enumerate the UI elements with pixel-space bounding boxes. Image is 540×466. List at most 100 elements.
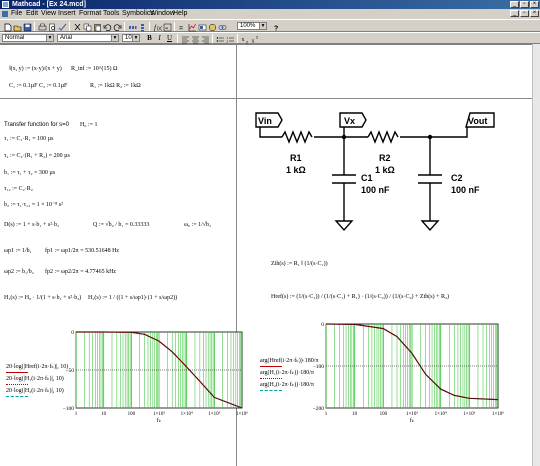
new-icon[interactable] <box>2 22 12 32</box>
underline-button[interactable]: U <box>165 34 174 42</box>
fp1-def[interactable]: fp1 := ωp1/2π = 530.51648 Hz <box>45 248 119 255</box>
w0-def[interactable]: ω₀ := 1/√b₂ <box>184 222 211 229</box>
legend-swatch <box>6 384 28 385</box>
schematic-drawing: Vin Vx Vout R1 1 kΩ R2 1 kΩ C1 100 nF C2… <box>255 112 495 232</box>
align-down-icon[interactable] <box>137 22 146 32</box>
style-select[interactable]: Normal ▼ <box>2 34 54 42</box>
italic-button[interactable]: I <box>155 34 164 42</box>
size-value: 10 <box>125 35 132 41</box>
help-icon[interactable]: ? <box>271 22 280 33</box>
insert-component-icon[interactable] <box>197 22 207 31</box>
paste-icon[interactable] <box>92 22 101 32</box>
r2-resistor <box>367 130 399 144</box>
c2-capacitor <box>418 174 442 184</box>
h0-def[interactable]: H₀ := 1 <box>80 122 97 129</box>
zoom-select[interactable]: 100% ▼ <box>237 22 267 30</box>
menu-format[interactable]: Format <box>79 10 101 18</box>
insert-graph-icon[interactable] <box>187 22 196 32</box>
h2-def[interactable]: H₂(s) := 1 / ((1 + s/ωp1)·(1 + s/ωp2)) <box>88 295 177 302</box>
superscript-icon[interactable]: x2 <box>250 34 260 44</box>
vertical-scrollbar[interactable] <box>532 44 540 466</box>
ds-def[interactable]: D(s) := 1 + s·b₁ + s²·b₂ <box>4 222 59 229</box>
b1-def[interactable]: b₁ := τ₁ + τ₂ = 300 µs <box>4 170 55 177</box>
node-dot <box>341 134 347 140</box>
zoom-value: 100% <box>240 23 256 29</box>
menu-edit[interactable]: Edit <box>26 10 38 18</box>
insert-hyperlink-icon[interactable] <box>217 22 227 31</box>
magnitude-plot[interactable]: 0 −50 −100 1 10 100 1×10³ 1×10⁴ 1×10⁵ 1×10⁶ fₖ <box>62 330 248 426</box>
print-preview-icon[interactable] <box>47 22 56 32</box>
calculate-icon[interactable]: = <box>177 22 186 33</box>
doc-close-button[interactable]: × <box>530 10 539 17</box>
insert-function-icon[interactable]: f(x) <box>152 22 162 32</box>
print-icon[interactable] <box>37 22 47 31</box>
resistor-defs[interactable]: R₁ := 1kΩ R₂ := 1kΩ <box>90 83 141 90</box>
rinf-def[interactable]: R_inf := 10^(15) Ω <box>71 66 118 73</box>
formatting-toolbar: Normal ▼ Arial ▼ 10 ▼ B I U 12 x2 x2 <box>0 32 540 44</box>
size-select[interactable]: 10 ▼ <box>122 34 140 42</box>
legend-swatch <box>260 378 282 379</box>
zth-def[interactable]: Zth(s) := R₁ ‖ (1/(s·C₁)) <box>271 261 328 268</box>
spellcheck-icon[interactable] <box>57 22 67 31</box>
href-def[interactable]: Href(s) := (1/(s·C₁)) / (1/(s·C₁) + R₁) … <box>271 294 449 301</box>
legend-mag-href: 20·log(|Href(i·2π·fₖ)|, 10) <box>6 364 69 370</box>
bold-button[interactable]: B <box>145 34 154 42</box>
doc-restore-button[interactable]: ▫ <box>520 10 529 17</box>
x-tick-label: 100 <box>380 412 388 417</box>
cut-icon[interactable] <box>72 22 81 31</box>
resources-icon[interactable] <box>207 22 217 32</box>
menu-window[interactable]: Window <box>150 10 175 18</box>
x-axis-label: fₖ <box>410 417 415 424</box>
y-tick-label: 0 <box>321 322 324 328</box>
q-def[interactable]: Q := √b₂ / b₁ = 0.33333 <box>93 222 149 229</box>
legend-phase-h1: arg(H₁(i·2π·fₖ))·180/π <box>260 370 314 376</box>
undo-icon[interactable] <box>102 22 112 31</box>
b2-def[interactable]: b₂ := τ₁·τ₁₂ = 1 × 10⁻⁸ s² <box>4 202 63 209</box>
menu-file[interactable]: File <box>11 10 22 18</box>
fp2-def[interactable]: fp2 := ωp2/2π = 4.77465 kHz <box>45 269 116 276</box>
align-left-icon[interactable] <box>180 34 189 44</box>
parallel-def[interactable]: ‖(x, y) := (x·y)/(x + y) <box>9 66 62 73</box>
menu-insert[interactable]: Insert <box>58 10 76 18</box>
x-tick-label: 10 <box>101 412 107 417</box>
redo-icon[interactable] <box>112 22 122 31</box>
x-tick-label: 1×10⁵ <box>208 411 220 417</box>
wp2-def[interactable]: ωp2 := b₁/b₂ <box>4 269 34 276</box>
align-center-icon[interactable] <box>190 34 199 44</box>
menu-bar: File Edit View Insert Format Tools Symbo… <box>0 9 540 19</box>
menu-view[interactable]: View <box>41 10 56 18</box>
menu-tools[interactable]: Tools <box>103 10 119 18</box>
insert-unit-icon[interactable]: ≡ <box>162 22 172 32</box>
menu-help[interactable]: Help <box>173 10 187 18</box>
font-select[interactable]: Arial ▼ <box>57 34 119 42</box>
doc-minimize-button[interactable]: _ <box>510 10 519 17</box>
h1-def[interactable]: H₁(s) := H₀ · 1/(1 + s·b₁ + s²·b₂) <box>4 295 81 302</box>
tau1-def[interactable]: τ₁ := C₁·R₁ = 100 µs <box>4 136 53 143</box>
standard-toolbar: f(x) ≡ = 100% ▼ ? <box>0 19 540 32</box>
minimize-button[interactable]: _ <box>510 1 519 8</box>
y-tick-label: −200 <box>313 406 325 412</box>
x-tick-label: 1×10⁶ <box>492 411 504 417</box>
capacitor-defs[interactable]: C₁ := 0.1µF C₂ := 0.1µF <box>9 83 67 90</box>
subscript-icon[interactable]: x2 <box>240 34 250 44</box>
open-icon[interactable] <box>12 22 22 32</box>
wp1-def[interactable]: ωp1 := 1/b₁ <box>4 248 32 255</box>
bullets-icon[interactable] <box>215 34 224 43</box>
align-right-icon[interactable] <box>200 34 209 44</box>
vin-label: Vin <box>258 116 272 126</box>
copy-icon[interactable] <box>82 22 92 32</box>
tau2-def[interactable]: τ₂ := C₂·(R₁ + R₂) = 200 µs <box>4 153 70 160</box>
chevron-down-icon: ▼ <box>259 23 266 29</box>
align-across-icon[interactable] <box>127 22 137 31</box>
save-icon[interactable] <box>22 22 32 32</box>
app-icon[interactable] <box>2 1 9 8</box>
numbering-icon[interactable]: 12 <box>225 34 234 44</box>
ground-icon <box>420 220 440 232</box>
vout-label: Vout <box>468 116 487 126</box>
tau12-def[interactable]: τ₁₂ := C₂·R₂ <box>4 186 33 193</box>
close-button[interactable]: × <box>530 1 539 8</box>
x-tick-label: 1×10³ <box>406 411 418 417</box>
restore-button[interactable]: ▫ <box>520 1 529 8</box>
phase-plot[interactable]: 0 −100 −200 1 10 100 1×10³ 1×10⁴ 1×10⁵ 1×10⁶ fₖ <box>312 322 506 426</box>
document-icon[interactable] <box>2 11 8 17</box>
